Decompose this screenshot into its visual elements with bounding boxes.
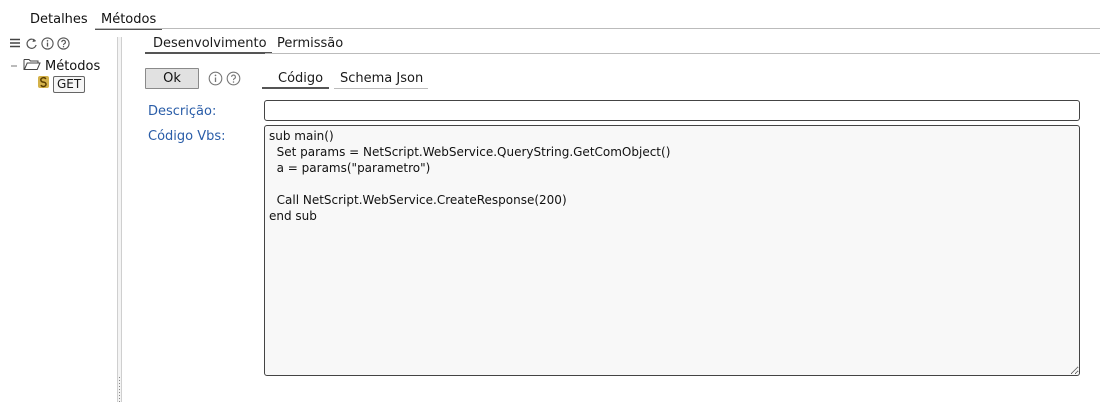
- menu-icon[interactable]: [8, 36, 22, 50]
- tab-schema-json[interactable]: Schema Json: [340, 71, 423, 87]
- ok-button[interactable]: Ok: [145, 68, 199, 89]
- top-tabs-divider: [95, 28, 1100, 29]
- action-icons: [208, 71, 241, 90]
- splitter-grip[interactable]: [118, 376, 121, 402]
- folder-open-icon: [23, 57, 41, 75]
- tree-node-get[interactable]: GET: [37, 75, 86, 93]
- codigo-vbs-editor[interactable]: sub main() Set params = NetScript.WebSer…: [264, 125, 1080, 376]
- script-icon: [37, 75, 50, 93]
- refresh-icon[interactable]: [24, 36, 38, 50]
- help-icon[interactable]: [226, 71, 241, 90]
- info-icon[interactable]: [208, 71, 223, 90]
- tab-permissao[interactable]: Permissão: [277, 36, 343, 52]
- tab-codigo[interactable]: Código: [262, 71, 330, 89]
- sub-tab-bar: Desenvolvimento Permissão: [145, 36, 1100, 54]
- tree-label-metodos: Métodos: [45, 58, 101, 74]
- tab-detalhes[interactable]: Detalhes: [30, 12, 88, 28]
- codigo-vbs-label: Código Vbs:: [148, 129, 226, 144]
- info-icon[interactable]: [40, 36, 54, 50]
- help-icon[interactable]: [56, 36, 70, 50]
- tree-node-metodos[interactable]: Métodos: [10, 57, 100, 75]
- code-tab-bar: Código Schema Json: [262, 71, 428, 89]
- tab-desenvolvimento[interactable]: Desenvolvimento: [145, 36, 272, 54]
- collapse-icon[interactable]: [10, 59, 19, 74]
- descricao-input[interactable]: [264, 100, 1080, 121]
- tree-label-get[interactable]: GET: [53, 75, 86, 93]
- top-tab-bar: Detalhes Métodos: [0, 8, 1100, 30]
- tree-toolbar: [8, 35, 70, 51]
- descricao-label: Descrição:: [148, 104, 217, 119]
- sub-tabs-divider: [265, 53, 1100, 54]
- panel-splitter[interactable]: [117, 37, 122, 402]
- code-tabs-divider: [334, 88, 428, 89]
